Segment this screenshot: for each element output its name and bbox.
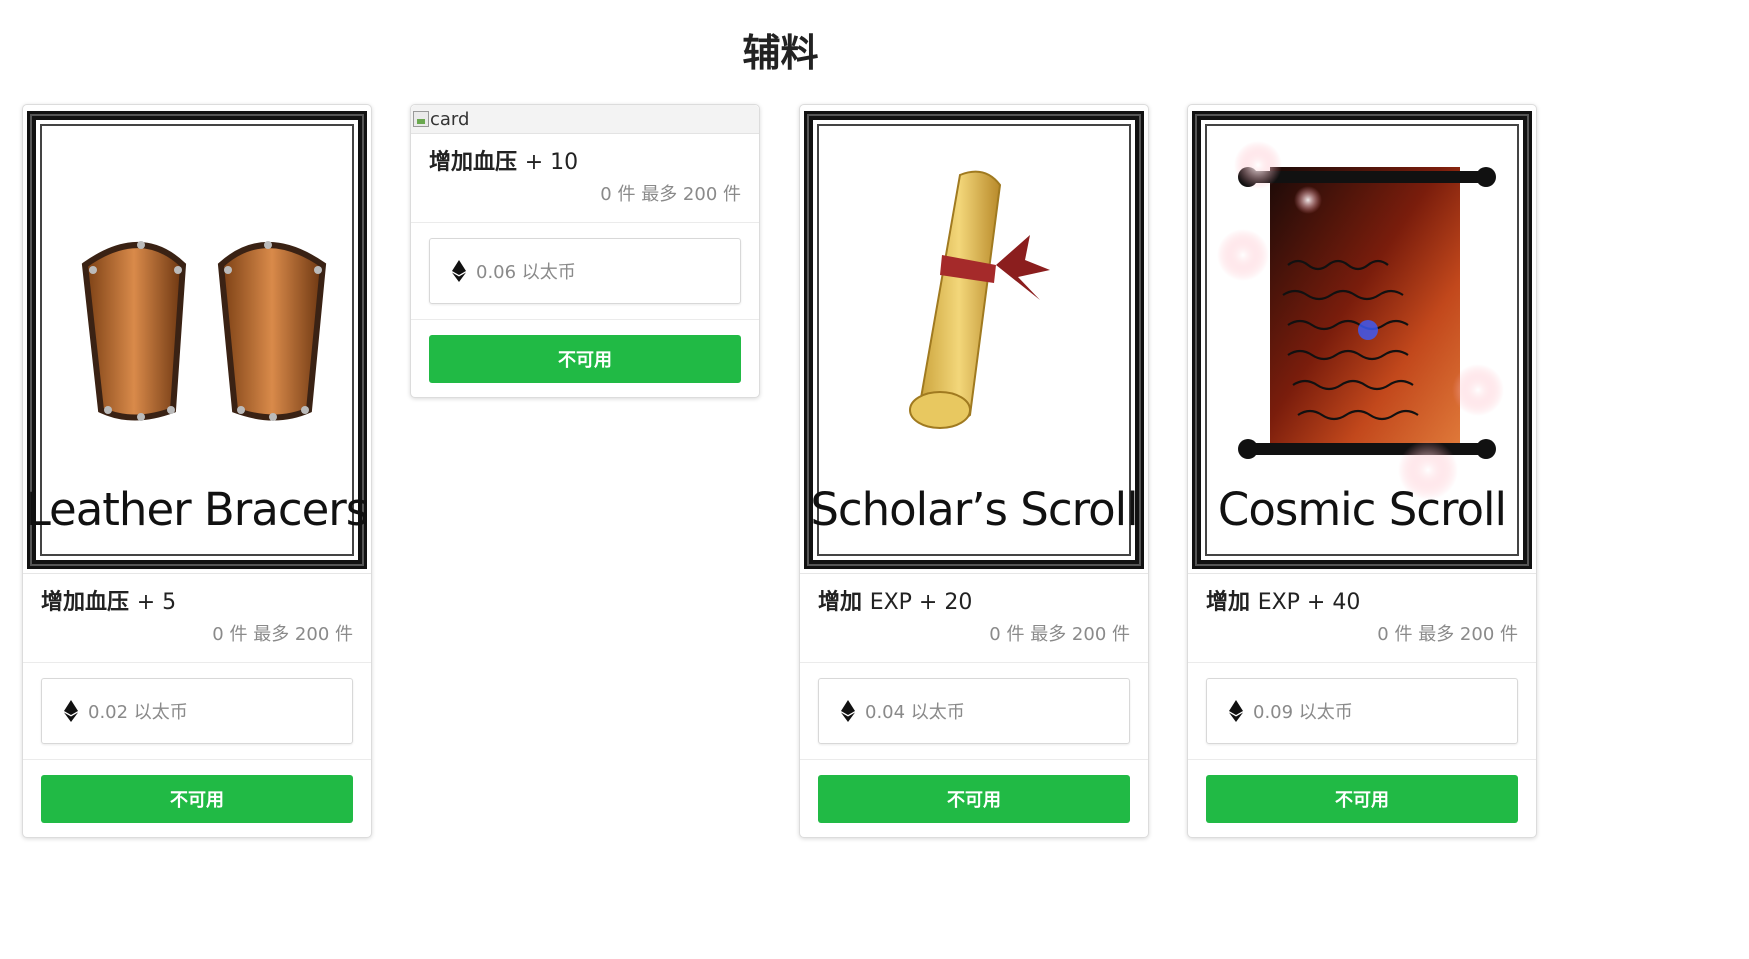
card-effect: 增加 EXP + 20 bbox=[818, 590, 973, 615]
card-stock: 0 件 最多 200 件 bbox=[1377, 624, 1518, 645]
price-field: 0.06 以太币 bbox=[429, 238, 741, 304]
card-stock: 0 件 最多 200 件 bbox=[989, 624, 1130, 645]
ethereum-icon bbox=[452, 260, 466, 282]
ethereum-icon bbox=[1229, 700, 1243, 722]
broken-image-icon bbox=[413, 111, 429, 127]
item-card-blood-pressure-10: card 增加血压 + 10 0 件 最多 200 件 0.06 以太币 不可用 bbox=[410, 104, 760, 398]
price-text: 0.04 以太币 bbox=[865, 702, 965, 723]
card-image-label: Scholar’s Scroll bbox=[810, 483, 1138, 536]
unavailable-button[interactable]: 不可用 bbox=[41, 775, 353, 823]
price-field: 0.02 以太币 bbox=[41, 678, 353, 744]
unavailable-button[interactable]: 不可用 bbox=[429, 335, 741, 383]
card-image-alt: card bbox=[430, 108, 470, 130]
item-card-scholars-scroll: Scholar’s Scroll 增加 EXP + 20 0 件 最多 200 … bbox=[799, 104, 1149, 838]
unavailable-button[interactable]: 不可用 bbox=[1206, 775, 1518, 823]
price-text: 0.06 以太币 bbox=[476, 262, 576, 283]
card-image: card bbox=[411, 105, 759, 134]
page-title: 辅料 bbox=[742, 31, 819, 75]
card-image-label: Cosmic Scroll bbox=[1217, 483, 1507, 536]
item-card-cosmic-scroll: Cosmic Scroll 增加 EXP + 40 0 件 最多 200 件 0… bbox=[1187, 104, 1537, 838]
price-text: 0.02 以太币 bbox=[88, 702, 188, 723]
card-stock: 0 件 最多 200 件 bbox=[600, 184, 741, 205]
card-image: Cosmic Scroll bbox=[1188, 105, 1536, 574]
card-effect: 增加血压 + 10 bbox=[429, 150, 579, 175]
card-effect: 增加 EXP + 40 bbox=[1206, 590, 1361, 615]
price-field: 0.04 以太币 bbox=[818, 678, 1130, 744]
card-stock: 0 件 最多 200 件 bbox=[212, 624, 353, 645]
ethereum-icon bbox=[64, 700, 78, 722]
card-image-label: Leather Bracers bbox=[25, 483, 370, 536]
card-image: Scholar’s Scroll bbox=[800, 105, 1148, 574]
item-card-leather-bracers: Leather Bracers 增加血压 + 5 0 件 最多 200 件 0.… bbox=[22, 104, 372, 838]
price-field: 0.09 以太币 bbox=[1206, 678, 1518, 744]
unavailable-button[interactable]: 不可用 bbox=[818, 775, 1130, 823]
card-image: Leather Bracers bbox=[23, 105, 371, 574]
price-text: 0.09 以太币 bbox=[1253, 702, 1353, 723]
ethereum-icon bbox=[841, 700, 855, 722]
card-effect: 增加血压 + 5 bbox=[41, 590, 177, 615]
